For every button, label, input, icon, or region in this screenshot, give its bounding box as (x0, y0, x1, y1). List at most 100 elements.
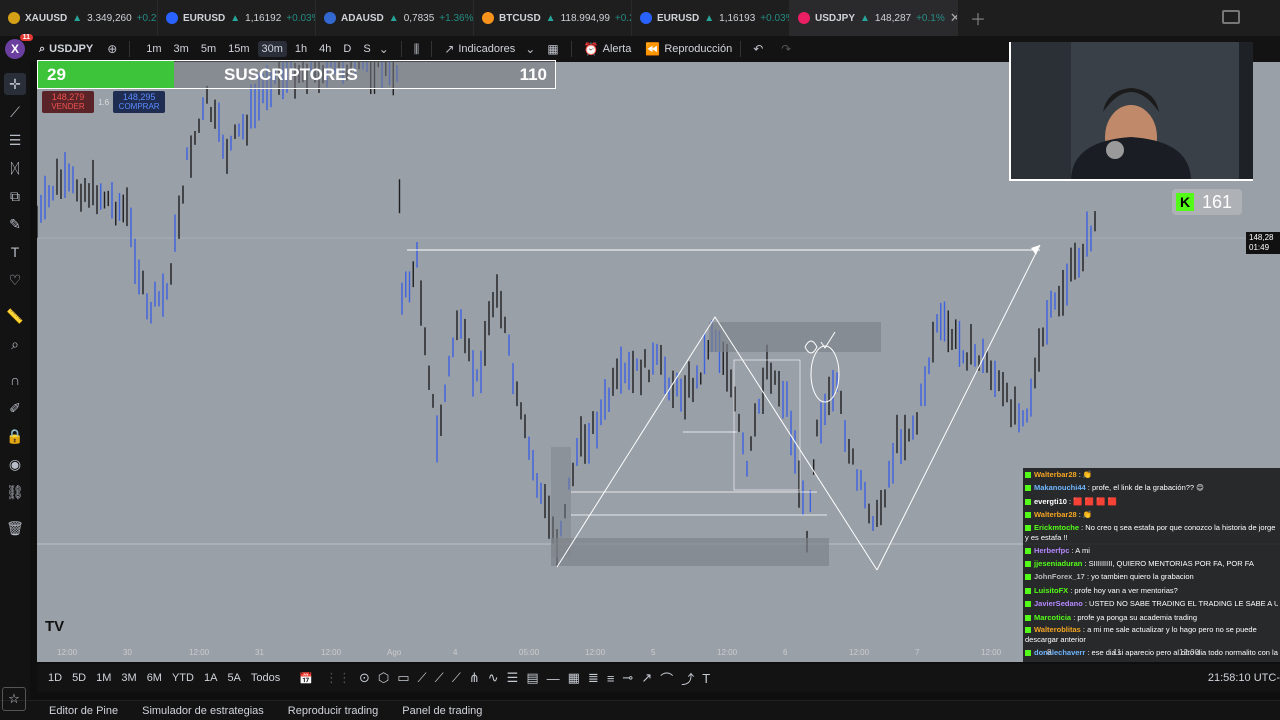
time-axis[interactable]: 12:00 30 12:00 31 12:00 Ago 4 05:00 12:00 5 12:00 6… (37, 645, 1280, 662)
trash-icon[interactable]: 🗑 (4, 517, 26, 539)
hline-dot-icon[interactable]: ⊸ (622, 670, 633, 686)
position-icon[interactable]: ⧉ (4, 185, 26, 207)
interval-s[interactable]: S (359, 41, 374, 57)
browser-tab-strip: XAUUSD ▲ 3.349,260 +0.2% ✕ EURUSD ▲ 1,16192 +0.0… (0, 0, 1280, 36)
tab-symbol: ADAUSD (341, 12, 384, 24)
redo-icon[interactable]: ↷ (781, 42, 791, 56)
browser-tab[interactable]: ADAUSD▲0,7835+1.36%✕ (316, 0, 474, 36)
compare-add-icon[interactable]: ⊕ (107, 42, 117, 56)
interval-5m[interactable]: 5m (197, 41, 220, 57)
browser-tab[interactable]: XAUUSD▲3.349,260+0.2%✕ (0, 0, 158, 36)
arrow-icon[interactable]: ↗ (641, 670, 652, 686)
replay-button[interactable]: Reproducción (664, 43, 732, 55)
up-arrow-icon: ▲ (704, 12, 715, 24)
cursor-icon[interactable]: ⊙ (359, 670, 370, 686)
range-ytd[interactable]: YTD (167, 672, 199, 684)
range-3m[interactable]: 3M (116, 672, 141, 684)
pitchfork-icon[interactable]: ⋔ (469, 670, 480, 686)
crosshair-icon[interactable]: ✛ (4, 73, 26, 95)
text-icon[interactable]: T (4, 241, 26, 263)
interval-30m[interactable]: 30m (257, 41, 287, 57)
range-todos[interactable]: Todos (246, 672, 285, 684)
app-logo[interactable]: X 11 (5, 34, 33, 59)
browser-tab[interactable]: EURUSD▲1,16192+0.03%✕ (158, 0, 316, 36)
text-tool-icon[interactable]: T (702, 671, 710, 686)
footer-tab[interactable]: Simulador de estrategias (137, 705, 269, 717)
chevron-down-icon[interactable]: ⌄ (525, 42, 535, 56)
fib-retracement-icon[interactable]: ☰ (4, 129, 26, 151)
footer-tab[interactable]: Reproducir trading (283, 705, 384, 717)
horizontal-line-icon[interactable]: — (547, 671, 560, 686)
browser-tab[interactable]: BTCUSD▲118.994,99+0.2%✕ (474, 0, 632, 36)
ray-icon[interactable]: ⟋ (435, 670, 444, 686)
grid-icon[interactable]: ▦ (568, 670, 580, 686)
interval-4h[interactable]: 4h (315, 41, 335, 57)
chat-message: jjeseniaduran : SIIIIIIIII, QUIERO MENTO… (1025, 557, 1278, 570)
time-tick-label: 12:00 (1179, 648, 1200, 657)
range-1m[interactable]: 1M (91, 672, 116, 684)
undo-icon[interactable]: ↶ (753, 42, 763, 56)
eye-icon[interactable]: ◉ (4, 453, 26, 475)
interval-1h[interactable]: 1h (291, 41, 311, 57)
new-tab-button[interactable]: ＋ (958, 6, 998, 30)
layout-grid-icon[interactable]: ▦ (547, 42, 558, 56)
curve-icon[interactable]: ⌒ (660, 669, 673, 688)
close-icon[interactable]: ✕ (950, 10, 957, 26)
lines-icon[interactable]: ≣ (588, 670, 599, 686)
chevron-down-icon[interactable]: ⌄ (379, 42, 389, 56)
parallel-channel-icon[interactable]: ▤ (526, 670, 538, 686)
extended-line-icon[interactable]: ⟋ (452, 670, 461, 686)
brush-icon[interactable]: ✎ (4, 213, 26, 235)
window-icon[interactable] (1222, 10, 1240, 24)
lock-icon[interactable]: 🔒 (4, 425, 26, 447)
trend-line-icon[interactable]: ⟋ (4, 101, 26, 123)
ruler-icon[interactable]: 📏 (4, 305, 26, 327)
current-price-tag: 148,28 01:49 (1246, 232, 1280, 254)
rectangle-icon[interactable]: ▭ (397, 670, 409, 686)
footer-tab[interactable]: Panel de trading (397, 705, 487, 717)
up-arrow-icon: ▲ (860, 12, 870, 24)
current-price: 148,28 (1249, 233, 1274, 242)
fib-icon[interactable]: ☰ (507, 670, 519, 686)
chat-message: Herberfpc : A mi (1025, 544, 1278, 557)
path-icon[interactable]: ⤴ (681, 669, 694, 688)
buy-label: COMPRAR (118, 102, 160, 111)
utc-clock[interactable]: 21:58:10 UTC- (1208, 672, 1280, 684)
star-icon[interactable]: ☆ (2, 687, 26, 711)
range-1a[interactable]: 1A (199, 672, 222, 684)
magnet-icon[interactable]: ∩ (4, 369, 26, 391)
buy-button[interactable]: 148,295 COMPRAR (113, 91, 166, 113)
heart-icon[interactable]: ♡ (4, 269, 26, 291)
range-5a[interactable]: 5A (222, 672, 245, 684)
chat-message: JavierSedano : USTED NO SABE TRADING EL … (1025, 597, 1278, 610)
zoom-icon[interactable]: ⌕ (4, 333, 26, 355)
candle-type-icon[interactable]: ⫼ (414, 42, 420, 57)
sell-button[interactable]: 148,279 VENDER (42, 91, 94, 113)
chat-message: Walteroblitas : a mi me sale actualizar … (1025, 624, 1278, 646)
line-tool-icon[interactable]: ⟋ (418, 670, 427, 686)
drag-handle-icon[interactable]: ⋮⋮ (325, 670, 351, 686)
range-5d[interactable]: 5D (67, 672, 91, 684)
browser-tab[interactable]: EURUSD▲1,16193+0.03%✕ (632, 0, 790, 36)
wave-icon[interactable]: ∿ (488, 670, 499, 686)
chat-text: : yo tambien quiero la grabacion (1084, 572, 1194, 582)
shape-icon[interactable]: ⬡ (378, 670, 389, 686)
link-icon[interactable]: ⛓ (4, 481, 26, 503)
fan-icon[interactable]: ≡ (607, 671, 615, 686)
interval-3m[interactable]: 3m (170, 41, 193, 57)
kick-badge-icon (1025, 561, 1031, 568)
alert-button[interactable]: Alerta (603, 43, 632, 55)
pattern-icon[interactable]: ᛞ (4, 157, 26, 179)
interval-d[interactable]: D (339, 41, 355, 57)
range-1d[interactable]: 1D (43, 672, 67, 684)
lock-drawing-icon[interactable]: ✐ (4, 397, 26, 419)
viewer-count-badge: K 161 (1172, 189, 1242, 215)
interval-15m[interactable]: 15m (224, 41, 253, 57)
interval-1m[interactable]: 1m (142, 41, 165, 57)
footer-tab[interactable]: Editor de Pine (44, 705, 123, 717)
symbol-search-button[interactable]: ⌕ USDJPY (39, 43, 93, 56)
browser-tab[interactable]: USDJPY ▲ 148,287 +0.1% ✕ (790, 0, 958, 36)
range-6m[interactable]: 6M (142, 672, 167, 684)
calendar-icon[interactable]: 📅 (299, 672, 313, 685)
indicators-button[interactable]: Indicadores (458, 43, 515, 55)
